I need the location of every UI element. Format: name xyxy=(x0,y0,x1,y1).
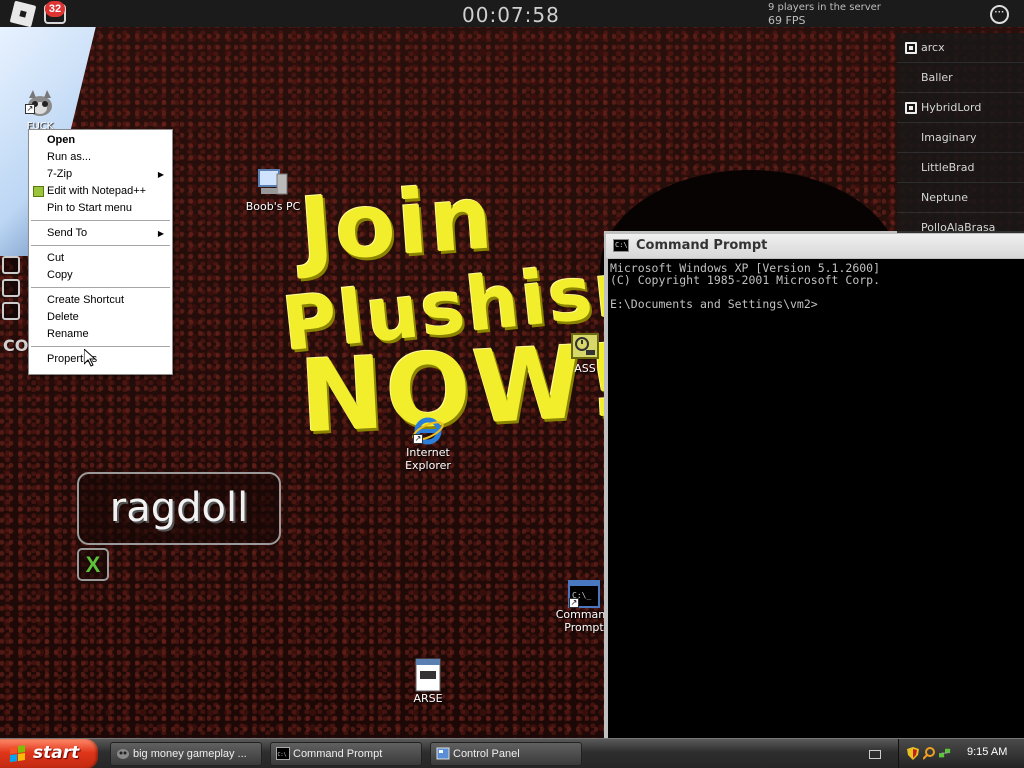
start-button[interactable]: start xyxy=(0,739,98,768)
taskbar-button-label: big money gameplay ... xyxy=(133,748,247,760)
mouse-cursor-icon xyxy=(84,349,96,367)
desktop-icon-fuck[interactable]: ↗ FUCK xyxy=(0,86,80,133)
menu-item-rename[interactable]: Rename xyxy=(29,326,172,343)
desktop[interactable]: Join Plushism NOW! CO ↗ FUCK Boob's PC A… xyxy=(0,0,1024,738)
side-text: CO xyxy=(3,336,29,355)
document-icon xyxy=(415,658,441,692)
taskbar: start big money gameplay ... C:\ Command… xyxy=(0,738,1024,768)
game-top-bar: 32 00:07:58 9 players in the server 69 F… xyxy=(0,0,1024,28)
cmd-window-icon: C:\ xyxy=(613,239,629,252)
cmd-window-title: Command Prompt xyxy=(636,238,768,253)
cmd-line: (C) Copyright 1985-2001 Microsoft Corp. xyxy=(610,273,881,287)
menu-item-7zip[interactable]: 7-Zip ▶ xyxy=(29,166,172,183)
clock[interactable]: 9:15 AM xyxy=(967,746,1007,758)
cmd-prompt-line: E:\Documents and Settings\vm2> xyxy=(610,297,818,311)
player-entry[interactable]: Imaginary xyxy=(897,123,1024,153)
windows-flag-icon xyxy=(10,745,26,763)
desktop-icon-internet-explorer[interactable]: ↗ Internet Explorer xyxy=(388,416,468,472)
menu-item-label: Edit with Notepad++ xyxy=(47,185,147,197)
menu-separator xyxy=(31,220,170,221)
menu-item-delete[interactable]: Delete xyxy=(29,309,172,326)
shortcut-arrow-icon: ↗ xyxy=(413,434,423,444)
desktop-icon-boobs-pc[interactable]: Boob's PC xyxy=(233,166,313,213)
player-name: Neptune xyxy=(921,191,969,204)
taskbar-button-label: Control Panel xyxy=(453,748,520,760)
control-panel-icon xyxy=(571,333,599,359)
cmd-console[interactable]: Microsoft Windows XP [Version 5.1.2600](… xyxy=(608,259,1024,738)
player-entry[interactable]: HybridLord xyxy=(897,93,1024,123)
cmd-titlebar[interactable]: C:\ Command Prompt xyxy=(606,234,1024,258)
player-name: arcx xyxy=(921,41,945,54)
desktop-icon-arse[interactable]: ARSE xyxy=(388,658,468,705)
command-prompt-icon: C:\ xyxy=(276,747,290,760)
desktop-icon-label: Boob's PC xyxy=(245,200,301,213)
desktop-icon-label: Internet Explorer xyxy=(405,446,451,472)
keyboard-icon[interactable] xyxy=(869,750,881,759)
menu-item-pin-start[interactable]: Pin to Start menu xyxy=(29,200,172,217)
player-entry[interactable]: Baller xyxy=(897,63,1024,93)
fps-counter: 69 FPS xyxy=(768,14,806,27)
shield-icon[interactable] xyxy=(907,747,919,760)
taskbar-button-game[interactable]: big money gameplay ... xyxy=(110,742,262,766)
start-label: start xyxy=(33,743,80,763)
desktop-icon-label: ARSE xyxy=(413,692,443,705)
raccoon-icon xyxy=(28,90,52,116)
context-menu: Open Run as... 7-Zip ▶ Edit with Notepad+… xyxy=(28,129,173,375)
shortcut-arrow-icon: ↗ xyxy=(569,598,579,608)
menu-item-label: Send To xyxy=(47,227,88,239)
player-entry[interactable]: LittleBrad xyxy=(897,153,1024,183)
server-info: 9 players in the server 69 FPS xyxy=(768,1,881,27)
control-panel-icon xyxy=(436,747,450,760)
menu-item-copy[interactable]: Copy xyxy=(29,267,172,284)
taskbar-button-label: Command Prompt xyxy=(293,748,383,760)
ragdoll-button[interactable]: ragdoll xyxy=(77,472,281,545)
player-entry[interactable]: arcx xyxy=(897,33,1024,63)
system-tray: 9:15 AM xyxy=(898,739,1024,768)
menu-separator xyxy=(31,245,170,246)
player-name: HybridLord xyxy=(921,101,982,114)
command-prompt-window[interactable]: C:\ Command Prompt Microsoft Windows XP … xyxy=(604,231,1024,738)
player-name: PolloAlaBrasa xyxy=(921,221,996,233)
menu-item-cut[interactable]: Cut xyxy=(29,250,172,267)
player-name: LittleBrad xyxy=(921,161,975,174)
menu-separator xyxy=(31,287,170,288)
game-timer: 00:07:58 xyxy=(462,3,560,27)
side-checkbox[interactable] xyxy=(2,256,20,274)
menu-separator xyxy=(31,346,170,347)
taskbar-button-command-prompt[interactable]: C:\ Command Prompt xyxy=(270,742,422,766)
players-count-text: 9 players in the server xyxy=(768,2,881,13)
svg-text:C:\: C:\ xyxy=(278,752,287,758)
more-icon[interactable]: ··· xyxy=(990,5,1009,24)
player-list: arcx Baller HybridLord Imaginary LittleB… xyxy=(897,33,1024,233)
shortcut-arrow-icon: ↗ xyxy=(25,104,35,114)
side-checkbox[interactable] xyxy=(2,302,20,320)
magnifier-icon[interactable] xyxy=(923,747,935,760)
premium-badge-icon xyxy=(905,102,917,114)
computer-icon xyxy=(258,169,288,195)
notepad-plus-icon xyxy=(33,186,44,197)
player-entry[interactable]: Neptune xyxy=(897,183,1024,213)
taskbar-button-control-panel[interactable]: Control Panel xyxy=(430,742,582,766)
notification-badge: 32 xyxy=(45,1,65,17)
game-window-icon xyxy=(117,749,129,759)
ragdoll-close-toggle[interactable]: X xyxy=(77,548,109,581)
network-icon[interactable] xyxy=(939,747,951,760)
player-entry[interactable]: PolloAlaBrasa xyxy=(897,213,1024,233)
menu-item-label: 7-Zip xyxy=(47,168,73,180)
player-name: Baller xyxy=(921,71,953,84)
side-checkbox[interactable] xyxy=(2,279,20,297)
premium-badge-icon xyxy=(905,42,917,54)
menu-item-open[interactable]: Open xyxy=(29,132,172,149)
player-name: Imaginary xyxy=(921,131,977,144)
game-menu-logo-icon[interactable] xyxy=(9,0,37,28)
submenu-arrow-icon: ▶ xyxy=(157,229,164,238)
menu-item-create-shortcut[interactable]: Create Shortcut xyxy=(29,292,172,309)
menu-item-run-as[interactable]: Run as... xyxy=(29,149,172,166)
menu-item-send-to[interactable]: Send To ▶ xyxy=(29,225,172,242)
menu-item-properties[interactable]: Properties xyxy=(29,351,172,368)
submenu-arrow-icon: ▶ xyxy=(157,170,164,179)
menu-item-edit-notepad[interactable]: Edit with Notepad++ xyxy=(29,183,172,200)
